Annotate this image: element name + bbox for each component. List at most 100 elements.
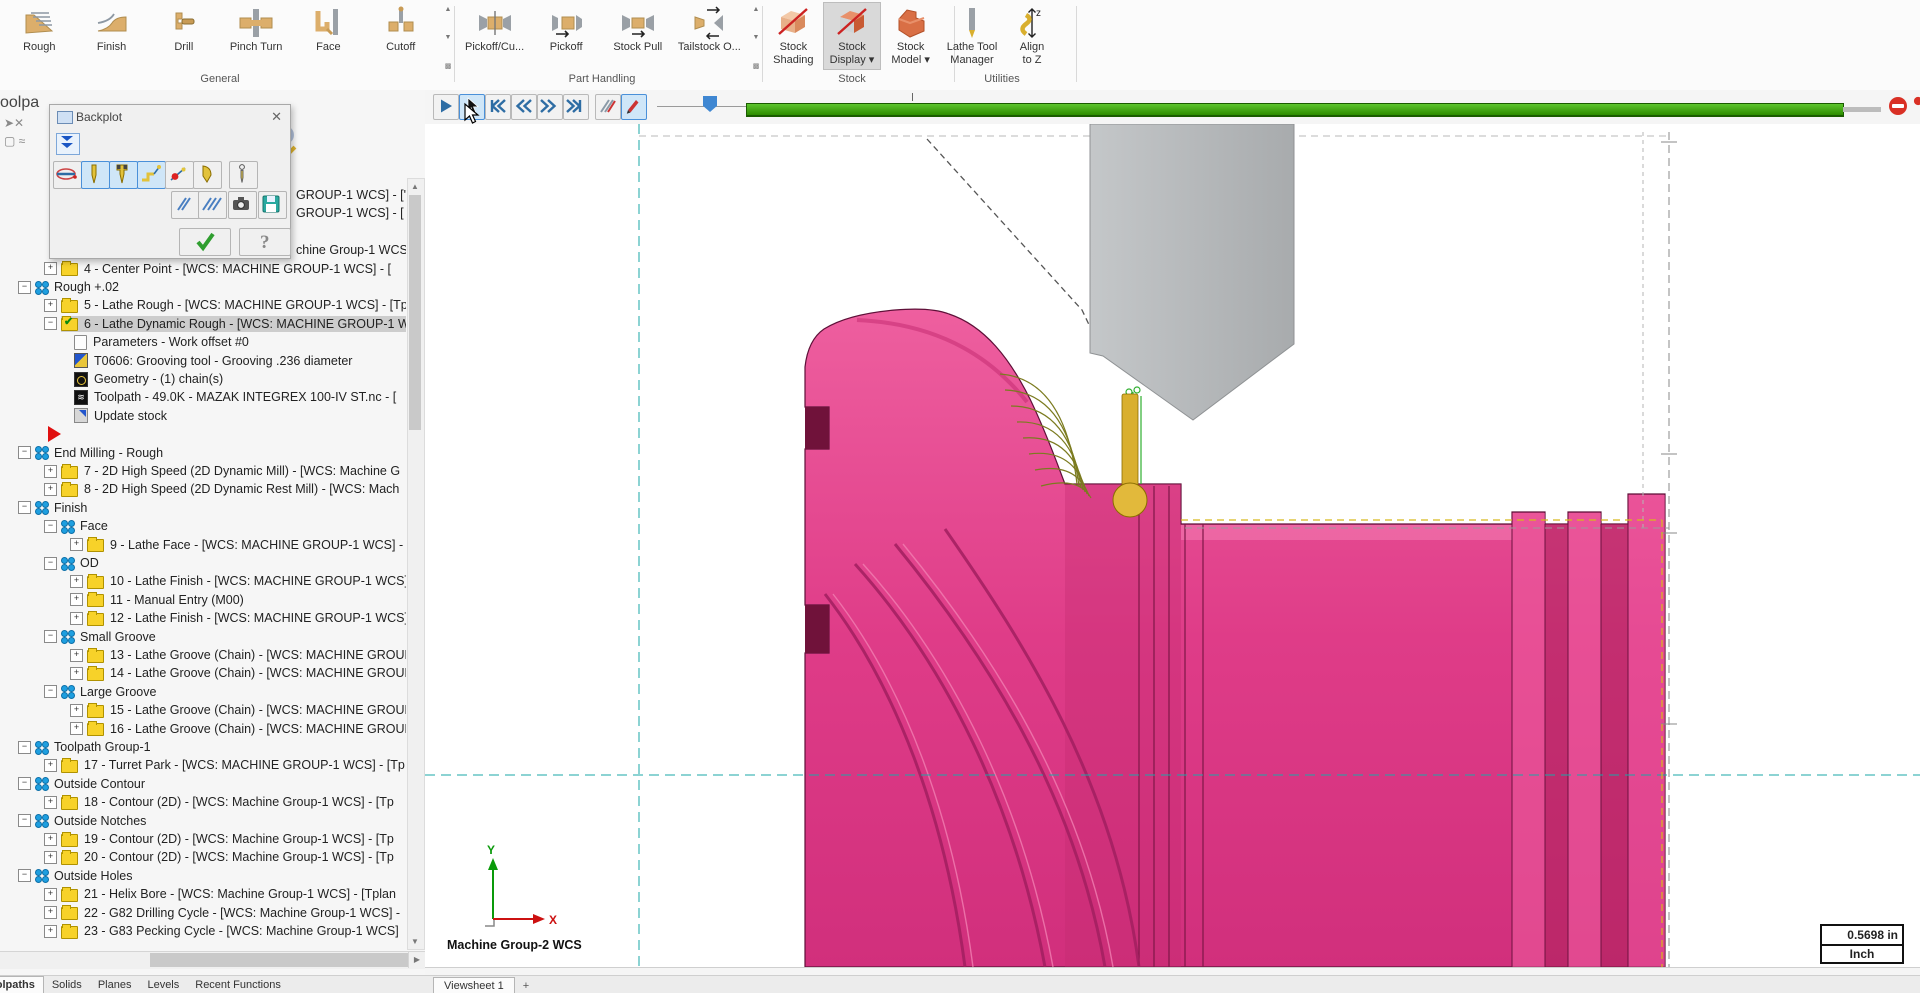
playback-trace-red-button[interactable] bbox=[621, 94, 647, 120]
tab-planes[interactable]: Planes bbox=[90, 977, 140, 993]
backplot-spin-button[interactable] bbox=[53, 161, 82, 189]
ribbon-item-stock-shading[interactable]: StockShading bbox=[764, 2, 823, 70]
tree-row[interactable]: −Finish bbox=[0, 499, 406, 517]
collapse-icon[interactable]: − bbox=[18, 281, 31, 294]
expand-icon[interactable]: + bbox=[70, 722, 83, 735]
backplot-save-button[interactable] bbox=[258, 191, 287, 219]
tree-row[interactable]: −Face bbox=[0, 517, 406, 535]
ribbon-item-pickoff[interactable]: Pickoff bbox=[533, 2, 599, 57]
backplot-rapid-button[interactable] bbox=[137, 161, 166, 189]
playback-step-fwd-button[interactable] bbox=[537, 94, 563, 120]
dialog-titlebar[interactable]: Backplot ✕ bbox=[50, 105, 290, 129]
backplot-endpoints-button[interactable] bbox=[165, 161, 194, 189]
expand-icon[interactable]: + bbox=[70, 612, 83, 625]
tree-horizontal-scrollbar[interactable]: ▶ bbox=[0, 951, 425, 969]
ribbon-item-finish[interactable]: Finish bbox=[79, 2, 145, 57]
collapse-icon[interactable]: − bbox=[44, 685, 57, 698]
ribbon-row-scroll[interactable]: ▲▼▩ bbox=[749, 6, 763, 70]
tree-row[interactable]: +23 - G83 Pecking Cycle - [WCS: Machine … bbox=[0, 922, 406, 940]
graphics-viewport[interactable]: Y X bbox=[425, 124, 1920, 967]
tree-row[interactable]: +14 - Lathe Groove (Chain) - [WCS: MACHI… bbox=[0, 664, 406, 682]
tree-row[interactable]: −Small Groove bbox=[0, 628, 406, 646]
tree-row[interactable]: −OD bbox=[0, 554, 406, 572]
backplot-toolv-button[interactable] bbox=[229, 161, 258, 189]
help-button[interactable]: ? bbox=[239, 228, 291, 256]
collapse-icon[interactable]: − bbox=[18, 814, 31, 827]
collapse-icon[interactable]: − bbox=[18, 869, 31, 882]
tree-row[interactable]: T0606: Grooving tool - Grooving .236 dia… bbox=[0, 352, 406, 370]
tree-row[interactable]: +7 - 2D High Speed (2D Dynamic Mill) - [… bbox=[0, 462, 406, 480]
tree-row[interactable]: +22 - G82 Drilling Cycle - [WCS: Machine… bbox=[0, 904, 406, 922]
ribbon-item-tailstock[interactable]: Tailstock O... bbox=[676, 2, 742, 57]
tree-row[interactable]: +4 - Center Point - [WCS: MACHINE GROUP-… bbox=[0, 260, 406, 278]
tab-viewsheet-1[interactable]: Viewsheet 1 bbox=[433, 977, 515, 993]
playback-to-start-button[interactable] bbox=[485, 94, 511, 120]
expand-icon[interactable]: + bbox=[44, 796, 57, 809]
speed-slider-track[interactable] bbox=[657, 106, 747, 107]
ribbon-item-stock-pull[interactable]: Stock Pull bbox=[605, 2, 671, 57]
add-viewsheet-button[interactable]: + bbox=[515, 978, 537, 993]
tree-row[interactable]: +9 - Lathe Face - [WCS: MACHINE GROUP-1 … bbox=[0, 536, 406, 554]
select-arrow-icon[interactable]: ➤✕ bbox=[4, 116, 24, 130]
scrollbar-thumb[interactable] bbox=[409, 195, 421, 430]
ribbon-item-align-z[interactable]: zAlignto Z bbox=[1002, 2, 1062, 70]
ribbon-row-scroll[interactable]: ▲▼▩ bbox=[441, 6, 455, 70]
backplot-hatch2-button[interactable] bbox=[198, 191, 227, 219]
ribbon-item-face[interactable]: Face bbox=[295, 2, 361, 57]
expand-icon[interactable]: + bbox=[44, 888, 57, 901]
ribbon-item-drill[interactable]: Drill bbox=[151, 2, 217, 57]
expand-icon[interactable]: + bbox=[44, 833, 57, 846]
tree-row[interactable]: +19 - Contour (2D) - [WCS: Machine Group… bbox=[0, 830, 406, 848]
ribbon-item-cutoff[interactable]: Cutoff bbox=[368, 2, 434, 57]
tree-row[interactable]: −6 - Lathe Dynamic Rough - [WCS: MACHINE… bbox=[0, 315, 406, 333]
backplot-camera-button[interactable] bbox=[228, 191, 257, 219]
expand-icon[interactable]: + bbox=[44, 925, 57, 938]
expand-icon[interactable]: + bbox=[44, 262, 57, 275]
tree-row[interactable]: +12 - Lathe Finish - [WCS: MACHINE GROUP… bbox=[0, 609, 406, 627]
stop-condition-icon[interactable] bbox=[1887, 95, 1909, 117]
tree-row[interactable]: +11 - Manual Entry (M00) bbox=[0, 591, 406, 609]
collapse-icon[interactable]: − bbox=[18, 741, 31, 754]
tree-row[interactable]: +16 - Lathe Groove (Chain) - [WCS: MACHI… bbox=[0, 720, 406, 738]
ribbon-item-rough[interactable]: Rough bbox=[6, 2, 72, 57]
ribbon-item-stock-display[interactable]: StockDisplay ▾ bbox=[823, 2, 882, 70]
expand-icon[interactable]: + bbox=[70, 704, 83, 717]
collapse-chevron-icon[interactable] bbox=[56, 133, 80, 155]
tree-row[interactable]: +5 - Lathe Rough - [WCS: MACHINE GROUP-1… bbox=[0, 296, 406, 314]
ribbon-item-pickoff-cutoff[interactable]: Pickoff/Cu... bbox=[462, 2, 528, 57]
playback-to-end-button[interactable] bbox=[563, 94, 589, 120]
tab-levels[interactable]: Levels bbox=[139, 977, 187, 993]
tree-row[interactable]: −Large Groove bbox=[0, 683, 406, 701]
collapse-icon[interactable]: − bbox=[18, 501, 31, 514]
collapse-icon[interactable]: − bbox=[18, 777, 31, 790]
playback-step-back-button[interactable] bbox=[511, 94, 537, 120]
collapse-icon[interactable]: − bbox=[44, 630, 57, 643]
ok-button[interactable] bbox=[179, 228, 231, 256]
tree-row[interactable]: Update stock bbox=[0, 407, 406, 425]
insert-position-arrow-icon[interactable] bbox=[48, 426, 61, 442]
expand-icon[interactable]: + bbox=[44, 759, 57, 772]
expand-icon[interactable]: + bbox=[44, 851, 57, 864]
playback-trace-gray-button[interactable] bbox=[595, 94, 621, 120]
close-icon[interactable]: ✕ bbox=[271, 109, 282, 125]
tree-row[interactable]: −End Milling - Rough bbox=[0, 444, 406, 462]
tree-row[interactable]: −Outside Holes bbox=[0, 867, 406, 885]
collapse-icon[interactable]: − bbox=[44, 520, 57, 533]
scroll-right-icon[interactable]: ▶ bbox=[408, 952, 425, 968]
scrollbar-thumb[interactable] bbox=[150, 953, 408, 967]
tree-row[interactable]: +17 - Turret Park - [WCS: MACHINE GROUP-… bbox=[0, 756, 406, 774]
collapse-icon[interactable]: − bbox=[18, 446, 31, 459]
tab-recent-functions[interactable]: Recent Functions bbox=[187, 977, 289, 993]
expand-icon[interactable]: + bbox=[44, 299, 57, 312]
tree-row[interactable]: +13 - Lathe Groove (Chain) - [WCS: MACHI… bbox=[0, 646, 406, 664]
tree-row[interactable]: +10 - Lathe Finish - [WCS: MACHINE GROUP… bbox=[0, 572, 406, 590]
backplot-dialog[interactable]: Backplot ✕ ? bbox=[49, 104, 291, 259]
tree-row[interactable]: −Outside Contour bbox=[0, 775, 406, 793]
backplot-hatch1-button[interactable] bbox=[171, 191, 200, 219]
tree-row[interactable]: +15 - Lathe Groove (Chain) - [WCS: MACHI… bbox=[0, 701, 406, 719]
tab-oolpaths[interactable]: oolpaths bbox=[0, 976, 44, 993]
tree-row[interactable]: ≋Toolpath - 49.0K - MAZAK INTEGREX 100-I… bbox=[0, 388, 406, 406]
tree-row[interactable]: −Rough +.02 bbox=[0, 278, 406, 296]
backplot-progress-bar[interactable] bbox=[746, 103, 1844, 117]
expand-icon[interactable]: + bbox=[44, 906, 57, 919]
